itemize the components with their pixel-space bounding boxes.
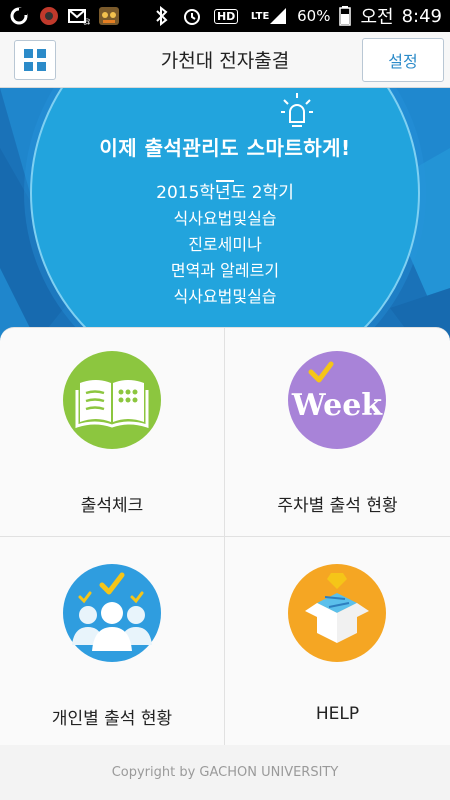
svg-text:@: @ xyxy=(83,17,90,25)
open-book-icon xyxy=(63,351,161,449)
grid-icon xyxy=(24,49,46,71)
individual-status-label: 개인별 출석 현황 xyxy=(51,709,173,729)
course-list: 2015학년도 2학기 식사요법및실습 진로세미나 면역과 알레르기 식사요법및… xyxy=(0,180,450,310)
lte-signal-icon: LTE xyxy=(249,5,289,27)
app-header: 가천대 전자출결 설정 xyxy=(0,32,450,88)
lte-label: LTE xyxy=(250,10,270,22)
weekly-status-tile[interactable]: Week 주차별 출석 현황 xyxy=(225,328,450,537)
week-icon-text: Week xyxy=(291,388,383,423)
grid-menu-button[interactable] xyxy=(14,40,56,80)
bluetooth-icon xyxy=(151,5,173,27)
help-tile[interactable]: HELP xyxy=(225,537,450,745)
music-notification-icon xyxy=(38,5,60,27)
course-item: 면역과 알레르기 xyxy=(170,261,280,280)
attendance-check-tile[interactable]: 출석체크 xyxy=(0,328,225,537)
course-item: 식사요법및실습 xyxy=(173,209,277,228)
mail-notification-icon: @ xyxy=(68,5,90,27)
help-label: HELP xyxy=(315,704,360,724)
battery-icon xyxy=(338,5,352,27)
hd-label: HD xyxy=(213,8,239,24)
weekly-status-label: 주차별 출석 현황 xyxy=(277,496,398,516)
hero-headline: 이제 출석관리도 스마트하게! xyxy=(99,136,351,160)
week-calendar-icon: Week xyxy=(288,351,386,449)
hd-voice-icon: HD xyxy=(211,5,241,27)
gift-box-icon xyxy=(288,564,386,662)
individual-status-tile[interactable]: 개인별 출석 현황 xyxy=(0,537,225,745)
clock: 8:49 xyxy=(401,5,442,27)
app-notification-icon xyxy=(8,5,30,27)
status-bar: @ HD LTE 60% 오전 8:49 xyxy=(0,0,450,32)
attendance-check-label: 출석체크 xyxy=(80,496,144,516)
battery-percent: 60% xyxy=(297,7,331,25)
copyright-text: Copyright by GACHON UNIVERSITY xyxy=(111,765,339,780)
course-item: 식사요법및실습 xyxy=(173,287,277,306)
term-label: 2015학년도 2학기 xyxy=(156,183,294,203)
time-prefix: 오전 xyxy=(360,7,394,28)
alarm-icon xyxy=(181,5,203,27)
menu-grid: 출석체크 Week 주차별 출석 현황 개인별 출석 현황 HELP xyxy=(0,327,450,745)
lightbulb-icon xyxy=(281,93,313,127)
footer: Copyright by GACHON UNIVERSITY xyxy=(0,745,450,800)
game-notification-icon xyxy=(98,5,120,27)
settings-button[interactable]: 설정 xyxy=(362,38,444,82)
people-group-icon xyxy=(63,564,161,662)
course-item: 진로세미나 xyxy=(188,235,262,254)
